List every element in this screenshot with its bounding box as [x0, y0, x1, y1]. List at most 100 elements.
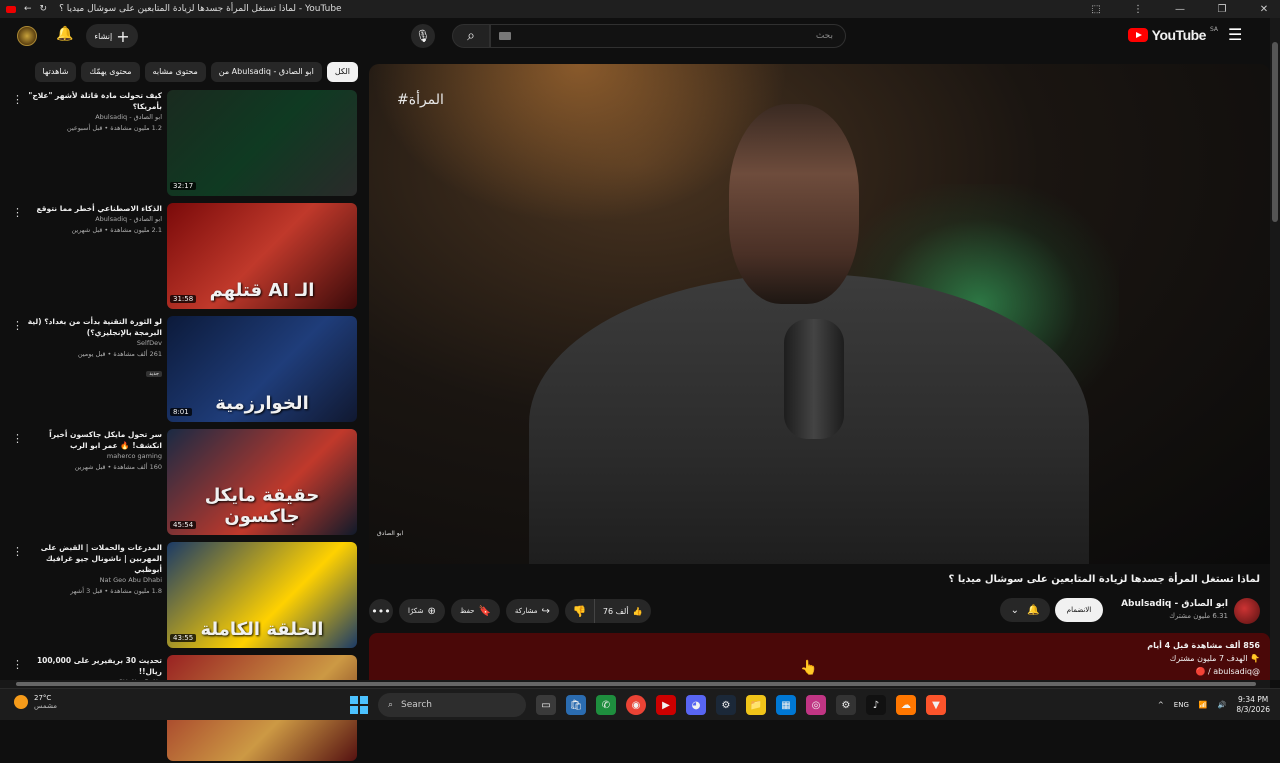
keyboard-icon[interactable] [499, 32, 511, 40]
like-button[interactable]: 76 ألف 👍 [595, 599, 651, 623]
file-explorer-icon[interactable]: 📁 [746, 695, 766, 715]
more-options-icon[interactable]: ⋮ [12, 545, 23, 558]
search-icon[interactable]: ⌕ [452, 24, 490, 48]
scrollbar-thumb[interactable] [16, 682, 1256, 686]
recommendation-item[interactable]: ⋮ لو الثورة التقنية بدأت من بغداد؟ (لية ا… [0, 316, 360, 424]
tiktok-icon[interactable]: ♪ [866, 695, 886, 715]
description-line: 👇 الهدف 7 مليون مشترك [1169, 654, 1260, 663]
scrollbar-thumb[interactable] [1272, 42, 1278, 222]
horizontal-scrollbar[interactable] [0, 680, 1270, 688]
recommendation-thumbnail[interactable]: الـ AI قتلهم [167, 203, 357, 309]
more-options-icon[interactable]: ⋮ [12, 658, 23, 671]
filter-chip[interactable]: شاهدتها [34, 62, 77, 82]
subscribed-button[interactable]: ⌄ 🔔 [1000, 598, 1050, 622]
recommendation-meta: 261 ألف مشاهدة • قبل يومين [77, 350, 162, 358]
recommendation-thumbnail[interactable]: حقيقة مايكل جاكسون [167, 429, 357, 535]
back-icon[interactable]: ← [24, 4, 32, 14]
vertical-scrollbar[interactable] [1270, 18, 1280, 680]
taskbar-search[interactable]: ⌕ Search [378, 693, 526, 717]
search-input[interactable]: بحث [490, 24, 846, 48]
recommendation-info[interactable]: كيف تحولت مادة قاتلة لأشهر "علاج" بأمريك… [26, 90, 162, 134]
whatsapp-icon[interactable]: ✆ [596, 695, 616, 715]
app-icon[interactable]: ▦ [776, 695, 796, 715]
channel-name[interactable]: ابو الصادق - Abulsadiq [1121, 599, 1228, 609]
settings-icon[interactable]: ⚙ [836, 695, 856, 715]
notifications-bell-icon[interactable]: 🔔 [56, 26, 73, 42]
language-indicator[interactable]: ENG [1174, 701, 1189, 709]
recommendation-title[interactable]: لو الثورة التقنية بدأت من بغداد؟ (لية ال… [26, 316, 162, 338]
channel-avatar[interactable] [1234, 598, 1260, 624]
join-button[interactable]: الانضمام [1055, 598, 1103, 622]
masthead: 🔔 إنشاء + 🎙 ⌕ بحث YouTube SA ☰ [0, 18, 1270, 56]
chrome-icon[interactable]: ◉ [626, 695, 646, 715]
video-player[interactable]: #المرأة ابو الصادق [369, 64, 1270, 564]
extensions-icon[interactable]: ⬚ [1080, 4, 1112, 15]
recommendation-title[interactable]: سر تحول مايكل جاكسون أخيراً انكشف! 🔥 عمر… [26, 429, 162, 451]
recommendation-info[interactable]: المدرعات والحملات | القبض على المهربين |… [26, 542, 162, 597]
windows-start-icon[interactable] [350, 696, 368, 714]
dislike-button[interactable]: 👎 [565, 599, 595, 623]
recommendation-item[interactable]: ⋮ المدرعات والحملات | القبض على المهربين … [0, 542, 360, 650]
weather-widget[interactable]: 27°C مشمس [14, 694, 57, 710]
reload-icon[interactable]: ↻ [40, 4, 48, 14]
share-button[interactable]: مشاركة ↪ [505, 599, 559, 623]
share-label: مشاركة [514, 607, 538, 615]
recommendation-thumbnail[interactable] [167, 90, 357, 196]
video-hashtag: #المرأة [397, 92, 444, 108]
recommendation-item[interactable]: ⋮ الذكاء الاصطناعي أخطر مما نتوقع ابو الصا… [0, 203, 360, 311]
brave-icon[interactable]: ▼ [926, 695, 946, 715]
account-avatar[interactable] [17, 26, 37, 46]
volume-icon[interactable]: 🔊 [1218, 701, 1227, 709]
cloud-icon[interactable]: ☁ [896, 695, 916, 715]
description-box[interactable]: 856 ألف مشاهدة قبل 4 أيام 👇 الهدف 7 مليو… [369, 633, 1270, 681]
more-menu-icon[interactable]: ⋮ [1122, 4, 1154, 15]
close-button[interactable]: ✕ [1248, 4, 1280, 15]
minimize-button[interactable]: — [1164, 4, 1196, 15]
filter-chip[interactable]: من Abulsadiq - ابو الصادق [210, 62, 322, 82]
more-options-icon[interactable]: ⋮ [12, 93, 23, 106]
recommendation-title[interactable]: كيف تحولت مادة قاتلة لأشهر "علاج" بأمريك… [26, 90, 162, 112]
youtube-logo[interactable]: YouTube SA [1127, 26, 1218, 43]
youtube-app-icon[interactable]: ▶ [656, 695, 676, 715]
more-actions-button[interactable]: ••• [369, 599, 393, 623]
recommendation-item[interactable]: ⋮ سر تحول مايكل جاكسون أخيراً انكشف! 🔥 عم… [0, 429, 360, 537]
recommendation-channel[interactable]: ابو الصادق - Abulsadiq [26, 214, 162, 225]
recommendation-title[interactable]: تحديث 30 بريفيرير على 100,000 ريال!! [26, 655, 162, 677]
clock[interactable]: 9:34 PM 8/3/2026 [1236, 695, 1270, 715]
recommendation-thumbnail[interactable]: الخوارزمية [167, 316, 357, 422]
more-options-icon[interactable]: ⋮ [12, 319, 23, 332]
recommendation-info[interactable]: الذكاء الاصطناعي أخطر مما نتوقع ابو الصاد… [26, 203, 162, 236]
wifi-icon[interactable]: 📶 [1199, 701, 1208, 709]
recommendation-channel[interactable]: ابو الصادق - Abulsadiq [26, 112, 162, 123]
recommendation-title[interactable]: المدرعات والحملات | القبض على المهربين |… [26, 542, 162, 575]
create-button[interactable]: إنشاء + [86, 24, 138, 48]
thanks-button[interactable]: شكرًا ⊕ [399, 599, 445, 623]
maximize-button[interactable]: ❐ [1206, 4, 1238, 15]
voice-search-mic-icon[interactable]: 🎙 [411, 24, 435, 48]
thanks-icon: ⊕ [427, 605, 436, 617]
filter-chip[interactable]: محتوى يهمّك [81, 62, 140, 82]
instagram-icon[interactable]: ◎ [806, 695, 826, 715]
task-view-icon[interactable]: ▭ [536, 695, 556, 715]
discord-icon[interactable]: ◕ [686, 695, 706, 715]
filter-chip[interactable]: الكل [326, 62, 358, 82]
recommendation-thumbnail[interactable]: الحلقة الكاملة [167, 542, 357, 648]
steam-icon[interactable]: ⚙ [716, 695, 736, 715]
recommendation-item[interactable]: ⋮ كيف تحولت مادة قاتلة لأشهر "علاج" بأمري… [0, 90, 360, 198]
more-options-icon[interactable]: ⋮ [12, 206, 23, 219]
recommendation-info[interactable]: سر تحول مايكل جاكسون أخيراً انكشف! 🔥 عمر… [26, 429, 162, 473]
like-count: 76 ألف [602, 606, 629, 616]
recommendation-title[interactable]: الذكاء الاصطناعي أخطر مما نتوقع [26, 203, 162, 214]
recommendation-meta: 2.1 مليون مشاهدة • قبل شهرين [71, 226, 162, 234]
recommendation-channel[interactable]: SelfDev [26, 338, 162, 349]
more-options-icon[interactable]: ⋮ [12, 432, 23, 445]
recommendation-channel[interactable]: Nat Geo Abu Dhabi [26, 575, 162, 586]
hamburger-menu-icon[interactable]: ☰ [1228, 27, 1244, 43]
recommendation-info[interactable]: لو الثورة التقنية بدأت من بغداد؟ (لية ال… [26, 316, 162, 379]
chevron-up-icon[interactable]: ^ [1158, 701, 1164, 709]
save-button[interactable]: حفظ 🔖 [450, 599, 500, 623]
filter-chip[interactable]: محتوى مشابه [144, 62, 206, 82]
recommendation-channel[interactable]: maherco gaming [26, 451, 162, 462]
browser-titlebar: ← ↻ لماذا تستغل المرأة جسدها لزيادة المت… [0, 0, 1280, 18]
store-icon[interactable]: 🛍 [566, 695, 586, 715]
